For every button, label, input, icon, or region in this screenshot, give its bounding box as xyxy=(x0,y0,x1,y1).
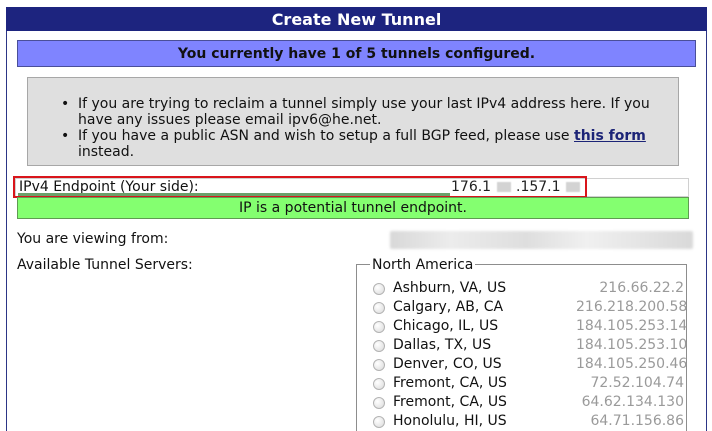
server-option-honolulu[interactable]: Honolulu, HI, US 64.71.156.86 xyxy=(371,412,684,431)
ipv4-endpoint-part-1: 176.1 xyxy=(451,179,492,195)
server-name: Fremont, CA, US xyxy=(393,375,507,391)
server-name: Calgary, AB, CA xyxy=(393,299,504,315)
page-title-text: Create New Tunnel xyxy=(271,9,442,29)
endpoint-status-message: IP is a potential tunnel endpoint. xyxy=(17,197,689,219)
viewing-from-label: You are viewing from: xyxy=(17,231,169,247)
server-ip: 184.105.253.10 xyxy=(576,337,688,353)
server-option-ashburn[interactable]: Ashburn, VA, US 216.66.22.2 xyxy=(371,279,684,298)
server-ip: 216.66.22.2 xyxy=(599,280,684,296)
radio-button-icon[interactable] xyxy=(373,339,385,352)
tunnel-count-text: You currently have 1 of 5 tunnels config… xyxy=(177,45,536,62)
radio-button-icon[interactable] xyxy=(373,301,385,314)
radio-button-icon[interactable] xyxy=(373,282,385,295)
info-item-reclaim: If you are trying to reclaim a tunnel si… xyxy=(54,96,664,128)
server-name: Dallas, TX, US xyxy=(393,337,492,353)
ipv4-endpoint-row: IPv4 Endpoint (Your side): 176.1 .157.1 xyxy=(15,178,689,197)
radio-button-icon[interactable] xyxy=(373,396,385,409)
info-list: If you are trying to reclaim a tunnel si… xyxy=(52,96,664,160)
redacted-block-icon xyxy=(565,182,580,192)
server-ip: 216.218.200.58 xyxy=(576,299,688,315)
redacted-block-icon xyxy=(496,182,511,192)
endpoint-status-text: IP is a potential tunnel endpoint. xyxy=(239,200,467,216)
server-ip: 64.62.134.130 xyxy=(581,394,684,410)
server-option-fremont-2[interactable]: Fremont, CA, US 64.62.134.130 xyxy=(371,393,684,412)
server-ip: 64.71.156.86 xyxy=(590,413,684,429)
tunnel-count-notice: You currently have 1 of 5 tunnels config… xyxy=(17,40,696,67)
create-tunnel-page: Create New Tunnel You currently have 1 o… xyxy=(0,0,712,431)
north-america-legend: North America xyxy=(370,257,476,273)
info-item-bgp-prefix: If you have a public ASN and wish to set… xyxy=(78,128,570,144)
server-option-chicago[interactable]: Chicago, IL, US 184.105.253.14 xyxy=(371,317,688,336)
endpoint-separator xyxy=(18,193,450,196)
server-name: Honolulu, HI, US xyxy=(393,413,507,429)
server-name: Ashburn, VA, US xyxy=(393,280,507,296)
info-panel: If you are trying to reclaim a tunnel si… xyxy=(27,77,679,166)
server-ip: 72.52.104.74 xyxy=(590,375,684,391)
server-ip: 184.105.253.14 xyxy=(576,318,688,334)
radio-button-icon[interactable] xyxy=(373,377,385,390)
server-ip: 184.105.250.46 xyxy=(576,356,688,372)
page-title: Create New Tunnel xyxy=(6,7,707,31)
available-servers-label: Available Tunnel Servers: xyxy=(17,257,193,273)
info-item-bgp-suffix: instead. xyxy=(78,144,135,160)
ipv4-endpoint-part-2: .157.1 xyxy=(516,179,561,195)
server-option-denver[interactable]: Denver, CO, US 184.105.250.46 xyxy=(371,355,688,374)
info-item-reclaim-text: If you are trying to reclaim a tunnel si… xyxy=(78,96,650,128)
server-name: Chicago, IL, US xyxy=(393,318,499,334)
viewing-from-value xyxy=(390,231,693,249)
server-option-calgary[interactable]: Calgary, AB, CA 216.218.200.58 xyxy=(371,298,688,317)
server-list: Ashburn, VA, US 216.66.22.2 Calgary, AB,… xyxy=(371,279,688,431)
ipv4-endpoint-input[interactable]: 176.1 .157.1 xyxy=(451,179,588,196)
server-name: Fremont, CA, US xyxy=(393,394,507,410)
server-option-fremont-1[interactable]: Fremont, CA, US 72.52.104.74 xyxy=(371,374,684,393)
radio-button-icon[interactable] xyxy=(373,358,385,371)
radio-button-icon[interactable] xyxy=(373,320,385,333)
info-item-bgp: If you have a public ASN and wish to set… xyxy=(54,128,664,160)
radio-button-icon[interactable] xyxy=(373,415,385,428)
server-name: Denver, CO, US xyxy=(393,356,502,372)
server-option-dallas[interactable]: Dallas, TX, US 184.105.253.10 xyxy=(371,336,688,355)
this-form-link[interactable]: this form xyxy=(574,128,646,144)
